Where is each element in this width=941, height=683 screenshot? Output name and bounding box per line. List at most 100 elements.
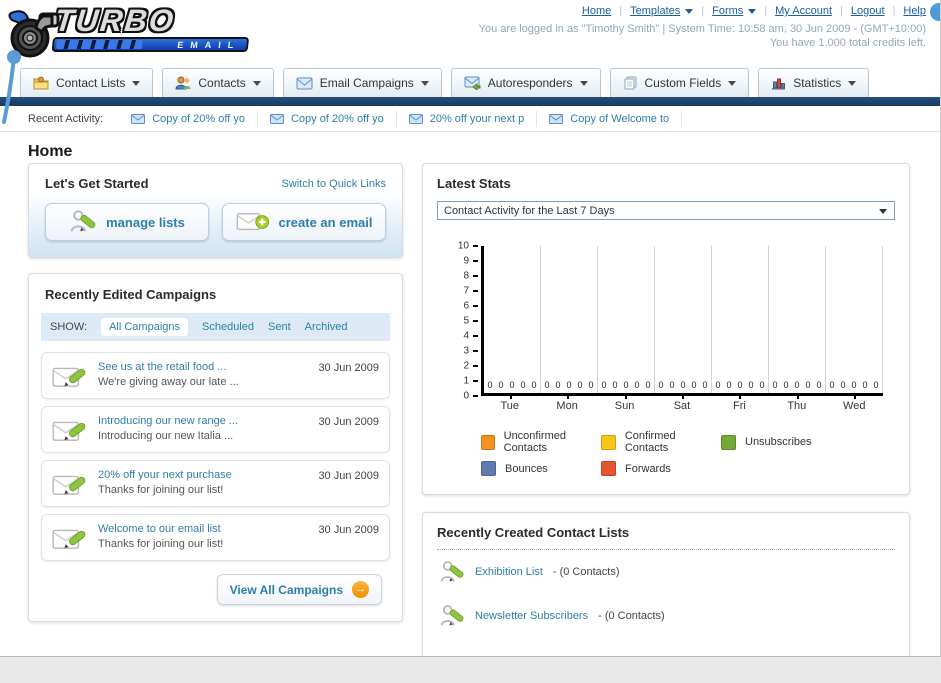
legend-label: Unsubscribes — [745, 436, 812, 448]
arrow-right-icon: → — [352, 581, 369, 598]
contact-list-row[interactable]: Exhibition List - (0 Contacts) — [437, 550, 895, 594]
campaign-subtitle: Introducing our new Italia ... — [98, 430, 234, 442]
tab-sent[interactable]: Sent — [268, 321, 291, 333]
user-pencil-icon — [70, 210, 96, 232]
logo-bar: EMAIL — [51, 37, 250, 52]
help-bubble-icon[interactable] — [930, 3, 940, 21]
envelope-pencil-icon — [52, 367, 86, 387]
campaign-title-link: See us at the retail food ... — [98, 361, 227, 373]
legend-label: Bounces — [505, 462, 548, 475]
chevron-down-icon — [132, 80, 141, 86]
user-pencil-icon — [440, 561, 464, 582]
logo-subtitle: EMAIL — [176, 39, 241, 50]
contact-list-count: - (0 Contacts) — [598, 610, 665, 622]
nav-tab-contacts[interactable]: Contacts — [162, 68, 274, 97]
chart-day-group: 00000 — [484, 246, 541, 393]
chart-day-group: 00000 — [712, 246, 769, 393]
campaign-title-link: 20% off your next purchase — [98, 469, 232, 481]
tab-all-campaigns[interactable]: All Campaigns — [101, 318, 188, 336]
page-title: Home — [28, 143, 73, 160]
nav-tab-label: Contact Lists — [56, 76, 126, 90]
x-axis-labels: Tue Mon Sun Sat Fri Thu Wed — [481, 395, 883, 412]
campaign-row[interactable]: See us at the retail food ... We're givi… — [41, 352, 390, 399]
envelope-icon — [131, 113, 146, 124]
stats-period-select[interactable]: Contact Activity for the Last 7 Days — [437, 201, 895, 220]
nav-tab-email-campaigns[interactable]: Email Campaigns — [282, 68, 442, 97]
tab-scheduled[interactable]: Scheduled — [202, 321, 254, 333]
x-tick-label: Mon — [538, 395, 595, 412]
legend-item: Unconfirmed Contacts — [481, 430, 601, 454]
view-all-campaigns-label: View All Campaigns — [229, 582, 343, 597]
activity-item[interactable]: Copy of 20% off yo — [258, 110, 397, 127]
show-label: SHOW: — [50, 321, 88, 333]
chart-day-group: 00000 — [655, 246, 712, 393]
latest-stats-panel: Latest Stats Contact Activity for the La… — [422, 163, 910, 495]
chart-day-group: 00000 — [769, 246, 826, 393]
x-tick-label: Wed — [826, 395, 883, 412]
chart-day-group: 00000 — [541, 246, 598, 393]
legend-swatch-unsubscribes — [721, 434, 736, 450]
legend-item: Bounces — [481, 461, 601, 476]
view-all-campaigns-button[interactable]: View All Campaigns → — [216, 574, 382, 605]
main-nav: Contact Lists Contacts Email Campaigns A… — [0, 66, 940, 97]
campaign-row[interactable]: 20% off your next purchase Thanks for jo… — [41, 460, 390, 507]
legend-label: Confirmed Contacts — [624, 430, 676, 454]
tab-archived[interactable]: Archived — [305, 321, 348, 333]
campaign-date: 30 Jun 2009 — [318, 524, 379, 536]
bar-chart-icon — [772, 78, 786, 90]
top-link-logout[interactable]: Logout — [851, 5, 904, 17]
activity-item[interactable]: 20% off your next p — [397, 110, 538, 127]
contact-list-link: Newsletter Subscribers — [475, 610, 589, 622]
pages-icon — [624, 76, 637, 90]
chevron-down-icon — [420, 80, 429, 86]
legend-swatch-unconfirmed — [481, 434, 495, 450]
campaign-subtitle: Thanks for joining our list! — [98, 484, 224, 496]
nav-tab-label: Contacts — [198, 76, 246, 90]
chevron-down-icon — [748, 8, 757, 14]
nav-tab-custom-fields[interactable]: Custom Fields — [609, 68, 750, 97]
x-tick-label: Sun — [596, 395, 653, 412]
credits-info: You have 1,000 total credits left. — [769, 37, 926, 49]
login-info: You are logged in as "Timothy Smith" | S… — [478, 23, 926, 35]
campaign-date: 30 Jun 2009 — [318, 470, 379, 482]
create-email-button[interactable]: create an email — [222, 203, 386, 241]
top-link-help[interactable]: Help — [903, 5, 926, 17]
envelope-icon — [549, 113, 564, 124]
manage-lists-button[interactable]: manage lists — [45, 203, 209, 241]
legend-swatch-confirmed — [601, 434, 616, 450]
nav-tab-statistics[interactable]: Statistics — [758, 68, 870, 97]
campaign-title-link: Welcome to our email list — [98, 523, 221, 535]
top-link-forms[interactable]: Forms — [712, 5, 775, 17]
envelope-icon — [269, 113, 284, 124]
recently-edited-campaigns-panel: Recently Edited Campaigns SHOW: All Camp… — [28, 273, 403, 622]
nav-tab-autoresponders[interactable]: Autoresponders — [450, 68, 601, 97]
contact-activity-chart: 10 9 8 7 6 5 4 3 2 1 0 00000 00000 00000 00000 000… — [458, 241, 883, 412]
x-tick-label: Thu — [768, 395, 825, 412]
chart-plot-area: 00000 00000 00000 00000 00000 00000 0000… — [481, 246, 883, 396]
envelope-pencil-icon — [52, 529, 86, 549]
chart-day-group: 00000 — [826, 246, 883, 393]
nav-tab-label: Custom Fields — [644, 76, 722, 90]
campaign-row[interactable]: Welcome to our email list Thanks for joi… — [41, 514, 390, 561]
pin-decoration-icon — [2, 50, 21, 124]
legend-item: Confirmed Contacts — [601, 430, 721, 454]
top-link-templates[interactable]: Templates — [630, 5, 712, 17]
activity-link: Copy of 20% off yo — [290, 112, 384, 125]
envelope-plus-icon — [236, 213, 269, 231]
logo-stripes — [55, 40, 143, 49]
campaign-row[interactable]: Introducing our new range ... Introducin… — [41, 406, 390, 453]
campaign-subtitle: We're giving away our late ... — [98, 376, 239, 388]
recent-activity-label: Recent Activity: — [28, 112, 104, 125]
campaign-title-link: Introducing our new range ... — [98, 415, 239, 427]
activity-item[interactable]: Copy of Welcome to — [537, 110, 683, 127]
chevron-down-icon — [728, 80, 737, 86]
chevron-down-icon — [848, 80, 857, 86]
contact-list-row[interactable]: Newsletter Subscribers - (0 Contacts) — [437, 594, 895, 638]
campaign-date: 30 Jun 2009 — [318, 416, 379, 428]
top-link-my-account[interactable]: My Account — [775, 5, 851, 17]
nav-tab-contact-lists[interactable]: Contact Lists — [20, 68, 154, 97]
get-started-title: Let's Get Started — [45, 176, 149, 191]
switch-quick-links-link[interactable]: Switch to Quick Links — [281, 178, 386, 190]
activity-item[interactable]: Copy of 20% off yo — [119, 110, 258, 127]
top-link-home[interactable]: Home — [582, 5, 630, 17]
